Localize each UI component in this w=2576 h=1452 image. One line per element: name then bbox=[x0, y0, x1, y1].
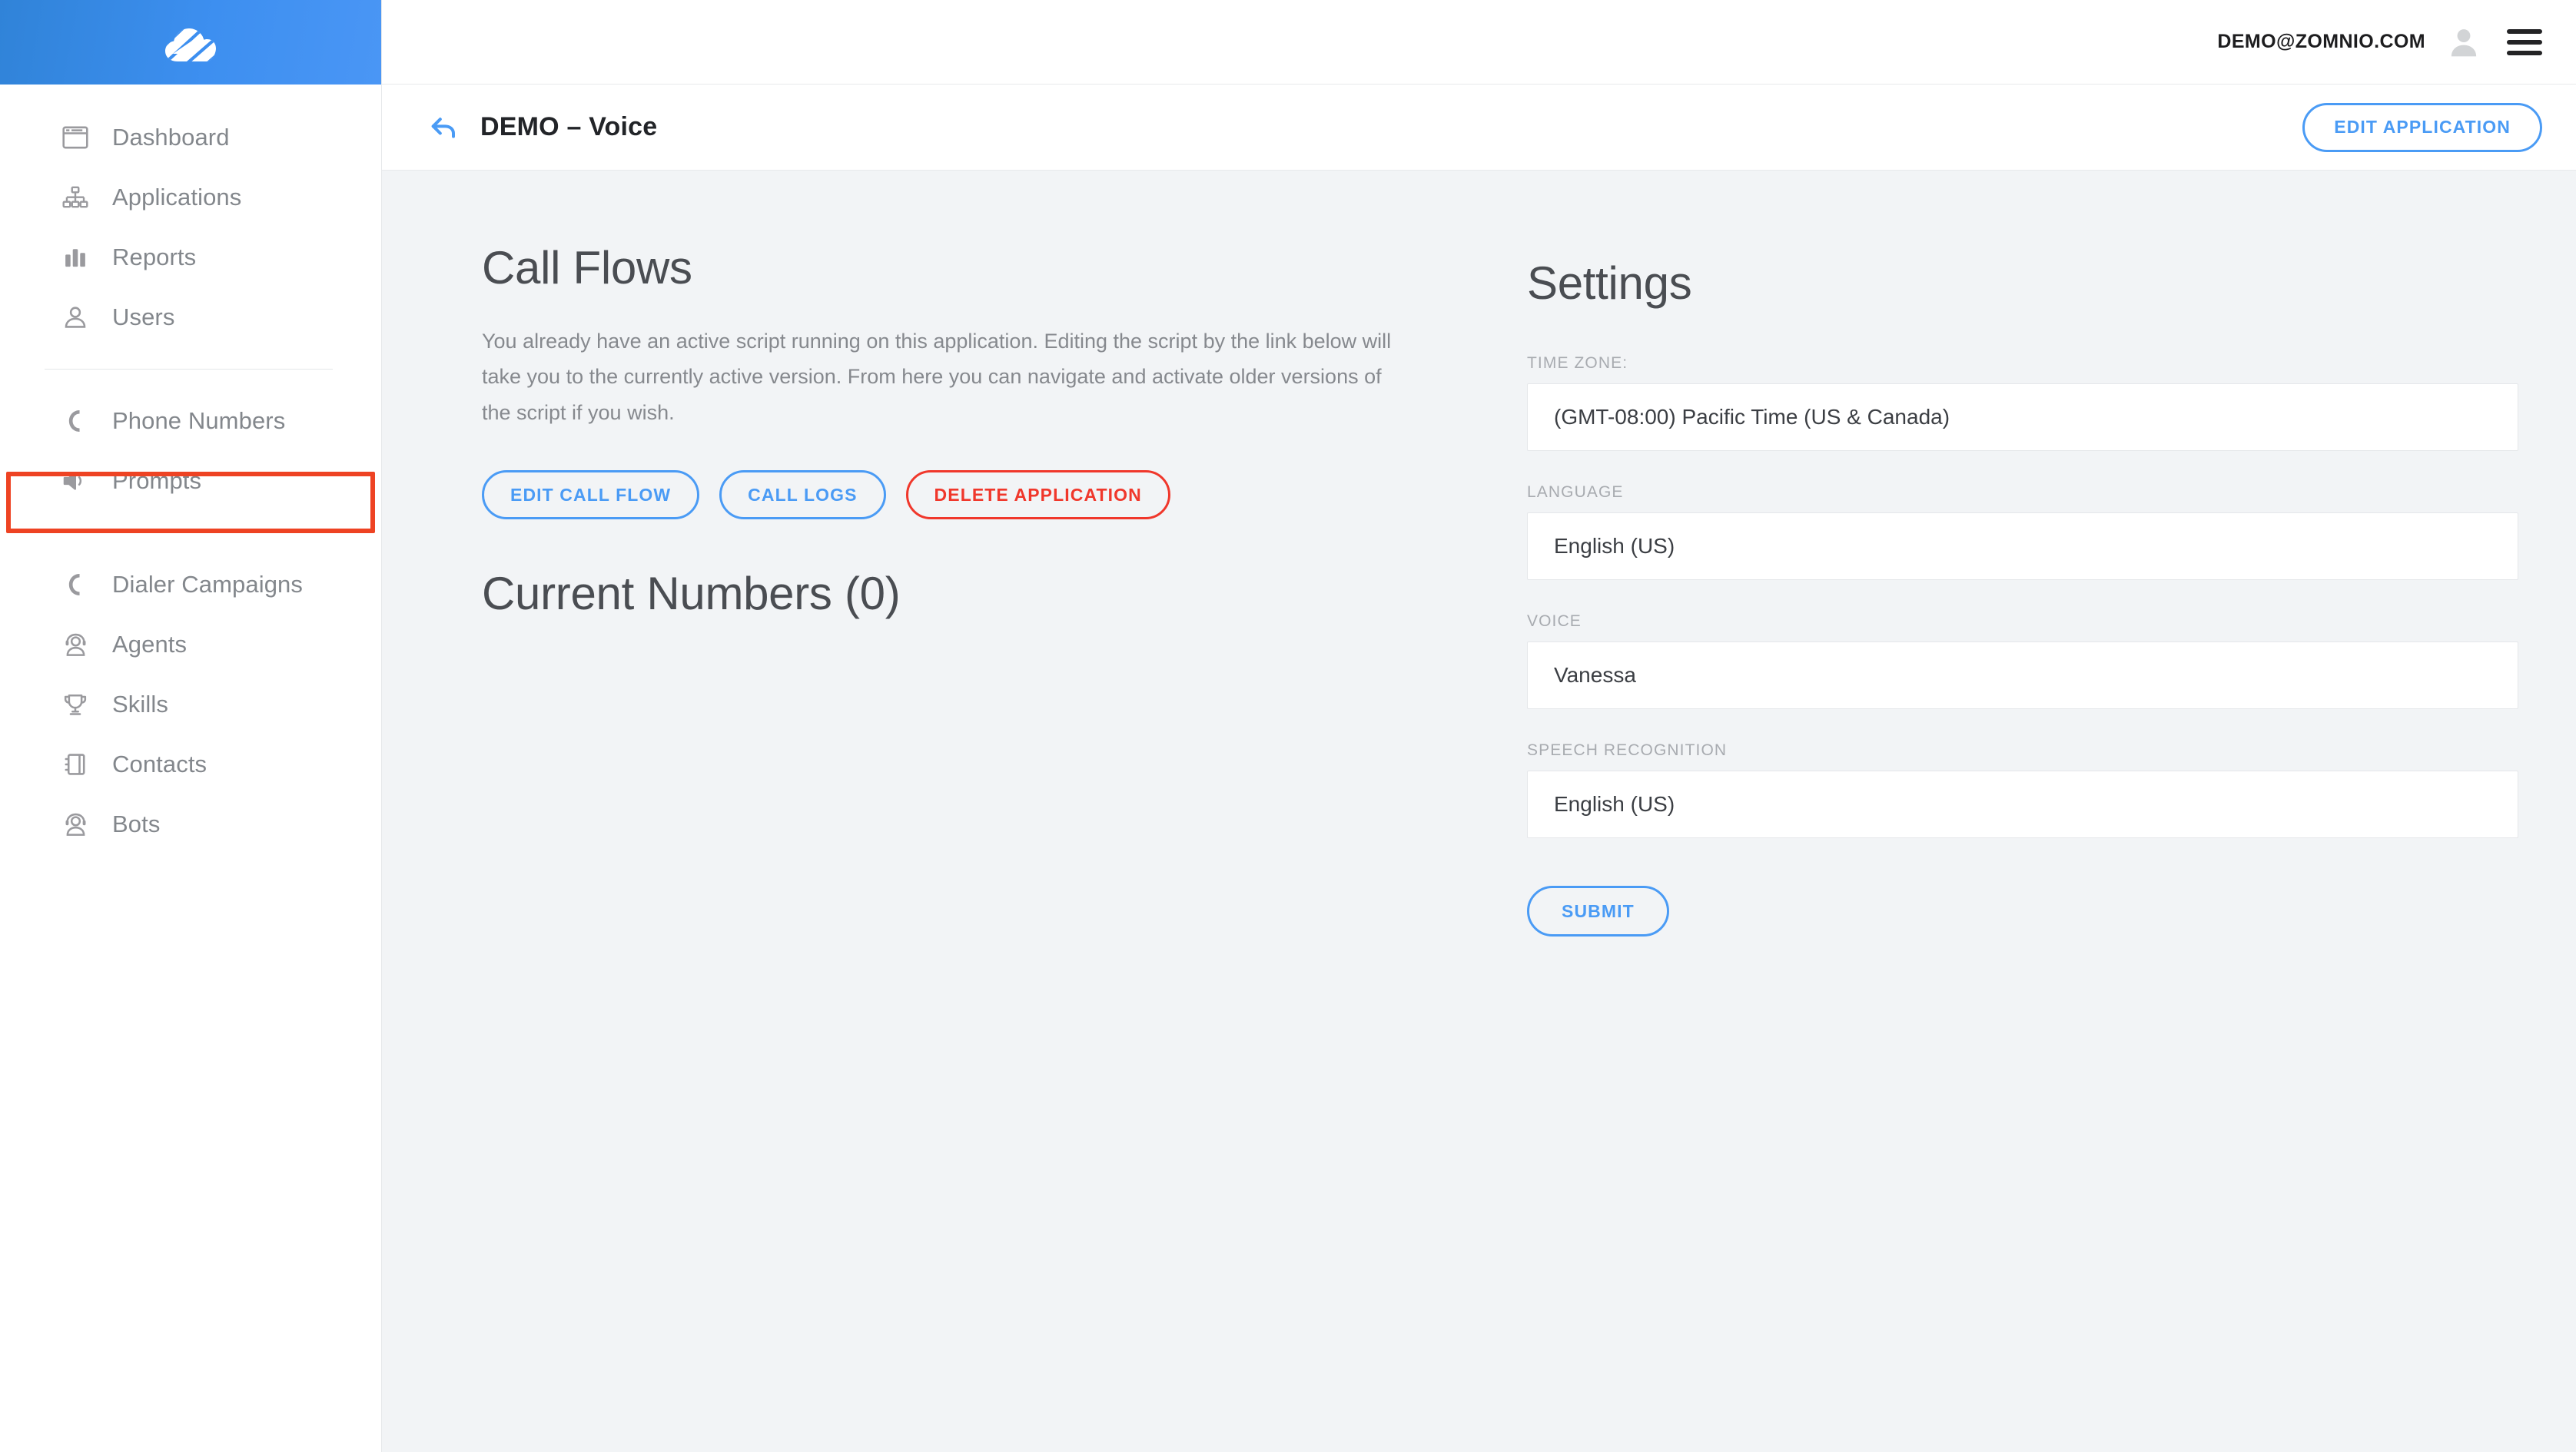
voice-select[interactable]: Vanessa bbox=[1527, 641, 2518, 709]
sidebar-item-bots[interactable]: Bots bbox=[0, 794, 381, 854]
page-title: DEMO – Voice bbox=[480, 112, 658, 141]
sidebar-item-label: Agents bbox=[112, 631, 188, 658]
call-flows-section: Call Flows You already have an active sc… bbox=[482, 241, 1481, 1452]
person-icon bbox=[60, 302, 91, 333]
top-bar: DEMO@ZOMNIO.COM bbox=[382, 0, 2576, 85]
submit-button[interactable]: SUBMIT bbox=[1527, 886, 1669, 937]
phone-icon bbox=[60, 569, 91, 600]
current-numbers-heading: Current Numbers (0) bbox=[482, 568, 901, 620]
back-arrow-icon[interactable] bbox=[428, 112, 459, 143]
sidebar-divider bbox=[45, 369, 333, 370]
field-label: SPEECH RECOGNITION bbox=[1527, 741, 1728, 759]
hamburger-menu-icon[interactable] bbox=[2507, 28, 2542, 55]
user-avatar-icon[interactable] bbox=[2447, 25, 2481, 59]
sidebar-item-prompts[interactable]: Prompts bbox=[0, 451, 381, 511]
headset-person-icon bbox=[60, 629, 91, 660]
sidebar-divider bbox=[45, 532, 333, 533]
language-select[interactable]: English (US) bbox=[1527, 512, 2518, 580]
content-area: Call Flows You already have an active sc… bbox=[382, 171, 2576, 1452]
settings-section: Settings TIME ZONE: (GMT-08:00) Pacific … bbox=[1527, 241, 2518, 1452]
user-email-label: DEMO@ZOMNIO.COM bbox=[2217, 31, 2425, 52]
sidebar-item-label: Skills bbox=[112, 691, 168, 718]
field-language: LANGUAGE English (US) bbox=[1527, 483, 2518, 580]
org-chart-icon bbox=[60, 182, 91, 213]
sidebar-item-label: Dialer Campaigns bbox=[112, 571, 303, 598]
speech-recognition-select[interactable]: English (US) bbox=[1527, 771, 2518, 838]
sidebar: Dashboard Applications Reports Users Pho… bbox=[0, 0, 382, 1452]
sidebar-item-agents[interactable]: Agents bbox=[0, 615, 381, 675]
sidebar-nav: Dashboard Applications Reports Users Pho… bbox=[0, 85, 381, 854]
field-label: VOICE bbox=[1527, 612, 1582, 630]
edit-application-button[interactable]: EDIT APPLICATION bbox=[2302, 102, 2542, 152]
sidebar-item-dashboard[interactable]: Dashboard bbox=[0, 108, 381, 167]
call-flows-description: You already have an active script runnin… bbox=[482, 330, 1392, 424]
sidebar-item-label: Dashboard bbox=[112, 124, 230, 151]
bar-chart-icon bbox=[60, 242, 91, 273]
sidebar-item-applications[interactable]: Applications bbox=[0, 167, 381, 227]
sidebar-item-label: Contacts bbox=[112, 751, 207, 777]
field-time-zone: TIME ZONE: (GMT-08:00) Pacific Time (US … bbox=[1527, 354, 2518, 451]
address-book-icon bbox=[60, 749, 91, 780]
cloud-swoosh-logo bbox=[165, 28, 216, 61]
main-area: DEMO@ZOMNIO.COM DEMO – Voice EDIT APPLIC… bbox=[382, 0, 2576, 1452]
headset-person-icon bbox=[60, 809, 91, 840]
call-flows-heading: Call Flows bbox=[482, 242, 692, 293]
field-speech-recognition: SPEECH RECOGNITION English (US) bbox=[1527, 741, 2518, 838]
page-header: DEMO – Voice EDIT APPLICATION bbox=[382, 85, 2576, 171]
delete-application-button[interactable]: DELETE APPLICATION bbox=[905, 470, 1170, 520]
sidebar-item-label: Reports bbox=[112, 244, 197, 270]
sidebar-item-reports[interactable]: Reports bbox=[0, 227, 381, 287]
sidebar-item-contacts[interactable]: Contacts bbox=[0, 734, 381, 794]
trophy-icon bbox=[60, 689, 91, 720]
sidebar-item-label: Prompts bbox=[112, 467, 202, 494]
sidebar-item-label: Bots bbox=[112, 811, 161, 837]
sidebar-item-label: Users bbox=[112, 303, 175, 330]
speaker-icon bbox=[60, 466, 91, 496]
field-voice: VOICE Vanessa bbox=[1527, 612, 2518, 709]
sidebar-item-phone-numbers[interactable]: Phone Numbers bbox=[0, 391, 381, 451]
time-zone-select[interactable]: (GMT-08:00) Pacific Time (US & Canada) bbox=[1527, 383, 2518, 451]
call-flows-button-row: EDIT CALL FLOW CALL LOGS DELETE APPLICAT… bbox=[482, 470, 1481, 520]
field-label: TIME ZONE: bbox=[1527, 354, 1628, 372]
sidebar-item-dialer-campaigns[interactable]: Dialer Campaigns bbox=[0, 555, 381, 615]
sidebar-item-users[interactable]: Users bbox=[0, 287, 381, 347]
field-label: LANGUAGE bbox=[1527, 483, 1624, 501]
sidebar-item-label: Applications bbox=[112, 184, 242, 211]
edit-call-flow-button[interactable]: EDIT CALL FLOW bbox=[482, 470, 700, 520]
sidebar-item-label: Phone Numbers bbox=[112, 407, 286, 434]
logo-bar bbox=[0, 0, 381, 85]
settings-heading: Settings bbox=[1527, 257, 1692, 309]
phone-icon bbox=[60, 406, 91, 436]
call-logs-button[interactable]: CALL LOGS bbox=[719, 470, 886, 520]
app-root: Dashboard Applications Reports Users Pho… bbox=[0, 0, 2576, 1452]
sidebar-item-skills[interactable]: Skills bbox=[0, 675, 381, 734]
browser-window-icon bbox=[60, 122, 91, 153]
